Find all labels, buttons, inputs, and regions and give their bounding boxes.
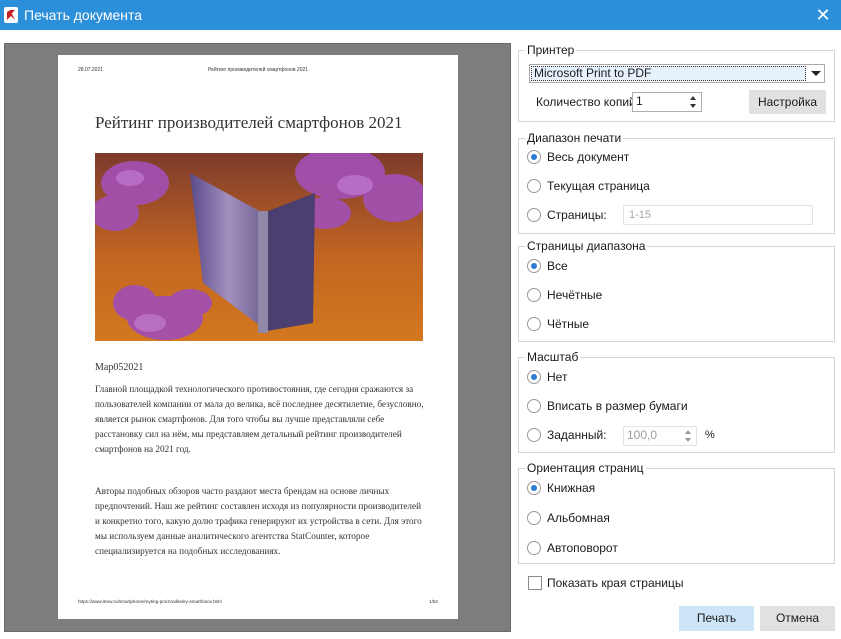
radio-label: Заданный: — [547, 428, 607, 442]
stepper-down-icon[interactable] — [690, 104, 696, 108]
preview-page: 28.07.2021 Рейтинг производителей смартф… — [58, 55, 458, 619]
article-photo-image — [95, 153, 423, 341]
page-footer-number: 1/52 — [429, 599, 438, 604]
radio-circle — [527, 288, 541, 302]
radio-label: Весь документ — [547, 150, 630, 164]
radio-circle — [527, 179, 541, 193]
article-paragraph-2: Авторы подобных обзоров часто раздают ме… — [95, 486, 422, 556]
printer-select-value: Microsoft Print to PDF — [531, 66, 806, 81]
printer-select[interactable]: Microsoft Print to PDF — [529, 64, 825, 83]
radio-circle — [527, 511, 541, 525]
close-icon[interactable]: ✕ — [811, 3, 835, 27]
cancel-button[interactable]: Отмена — [760, 606, 835, 631]
show-page-edges-label: Показать края страницы — [547, 576, 684, 590]
scale-group: Масштаб Нет Вписать в размер бумаги Зада… — [518, 350, 835, 453]
radio-label: Автоповорот — [547, 541, 618, 555]
checkbox-box — [528, 576, 542, 590]
article-photo — [95, 153, 423, 341]
page-footer-url: https://www.itrew.ru/smartphone/reyting-… — [78, 599, 222, 604]
range-pages-group-title: Страницы диапазона — [525, 239, 648, 253]
radio-label: Текущая страница — [547, 179, 650, 193]
radio-label: Альбомная — [547, 511, 610, 525]
printer-group-title: Принтер — [525, 43, 577, 57]
print-range-group-title: Диапазон печати — [525, 131, 624, 145]
radio-label: Вписать в размер бумаги — [547, 399, 688, 413]
copies-label: Количество копий — [536, 95, 636, 109]
radio-circle — [527, 208, 541, 222]
radio-circle — [527, 541, 541, 555]
radio-label: Книжная — [547, 481, 596, 495]
radio-circle — [527, 399, 541, 413]
copies-stepper[interactable]: 1 — [632, 92, 702, 112]
article-paragraph-1: Главной площадкой технологического проти… — [95, 384, 424, 454]
stepper-down-icon[interactable] — [685, 438, 691, 442]
radio-circle — [527, 370, 541, 384]
title-bar: Печать документа ✕ — [0, 0, 841, 30]
print-range-group: Диапазон печати Весь документ Текущая ст… — [518, 131, 835, 234]
radio-label: Нет — [547, 370, 568, 384]
radio-circle — [527, 481, 541, 495]
radio-label: Все — [547, 259, 568, 273]
app-logo-icon — [4, 7, 18, 23]
custom-scale-value: 100,0 — [627, 428, 658, 442]
orientation-group: Ориентация страниц Книжная Альбомная Авт… — [518, 461, 835, 564]
orientation-group-title: Ориентация страниц — [525, 461, 646, 475]
radio-circle — [527, 150, 541, 164]
print-preview[interactable]: 28.07.2021 Рейтинг производителей смартф… — [4, 43, 511, 632]
radio-circle — [527, 317, 541, 331]
copies-value: 1 — [636, 94, 643, 108]
chevron-down-icon[interactable] — [811, 71, 821, 76]
radio-label: Нечётные — [547, 288, 603, 302]
range-pages-group: Страницы диапазона Все Нечётные Чётные — [518, 239, 835, 342]
radio-label: Чётные — [547, 317, 590, 331]
radio-circle — [527, 259, 541, 273]
window-title: Печать документа — [24, 7, 143, 23]
radio-circle — [527, 428, 541, 442]
custom-scale-stepper[interactable]: 100,0 — [623, 426, 697, 446]
scale-group-title: Масштаб — [525, 350, 581, 364]
print-button[interactable]: Печать — [679, 606, 754, 631]
scale-unit: % — [705, 429, 715, 441]
pages-range-input[interactable]: 1-15 — [623, 205, 813, 225]
article-date: Мар052021 — [95, 362, 144, 373]
printer-group: Принтер Microsoft Print to PDF Количеств… — [518, 43, 835, 122]
stepper-up-icon[interactable] — [685, 430, 691, 434]
printer-settings-button[interactable]: Настройка — [749, 90, 826, 114]
article-heading: Рейтинг производителей смартфонов 2021 — [95, 113, 403, 132]
stepper-up-icon[interactable] — [690, 96, 696, 100]
radio-label: Страницы: — [547, 208, 607, 222]
page-header-title: Рейтинг производителей смартфонов 2021 — [207, 67, 309, 73]
